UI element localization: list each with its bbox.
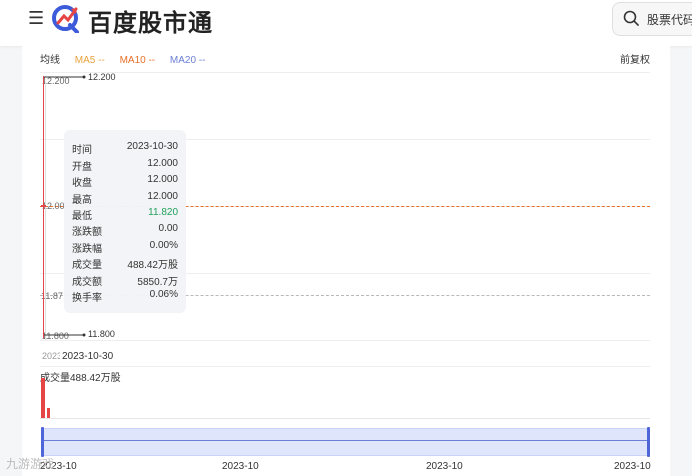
top-bar: ☰ 百度股市通 股票代码 [0, 0, 692, 46]
tooltip-value: 488.42万股 [127, 260, 178, 271]
cursor-date-label: 2023-10-30 [60, 351, 116, 362]
tooltip-label: 最低 [72, 211, 92, 222]
tooltip-label: 涨跌幅 [72, 244, 102, 255]
x-tick: 2023-10 [614, 461, 651, 472]
tooltip-row-high: 最高 12.000 [72, 191, 178, 206]
tooltip-label: 收盘 [72, 178, 92, 189]
crosshair-vertical-line [45, 82, 46, 340]
tooltip-row-change-pct: 涨跌幅 0.00% [72, 240, 178, 255]
candle-wick [43, 76, 44, 338]
tooltip-row-time: 时间 2023-10-30 [72, 141, 178, 156]
tooltip-value: 12.000 [147, 158, 178, 169]
volume-bar[interactable] [47, 408, 50, 418]
tooltip-value: 12.000 [147, 191, 178, 202]
high-mark-arrow [44, 75, 86, 79]
ma20-legend[interactable]: MA20 -- [170, 55, 206, 66]
search-placeholder: 股票代码 [647, 13, 692, 27]
tooltip-row-turnover-rate: 换手率 0.06% [72, 289, 178, 304]
app-title: 百度股市通 [88, 10, 213, 37]
tooltip-row-change: 涨跌额 0.00 [72, 223, 178, 238]
volume-label: 成交量488.42万股 [40, 373, 121, 384]
tooltip-value: 12.000 [147, 174, 178, 185]
ma10-legend[interactable]: MA10 -- [120, 55, 156, 66]
tooltip-value: 5850.7万 [137, 277, 178, 288]
grid-line [40, 340, 650, 341]
tooltip-row-close: 收盘 12.000 [72, 174, 178, 189]
baidu-stock-logo-icon[interactable] [50, 3, 80, 33]
search-input[interactable]: 股票代码 [612, 2, 692, 36]
menu-icon[interactable]: ☰ [28, 8, 44, 28]
x-tick: 2023-10 [426, 461, 463, 472]
low-mark-label: 11.800 [88, 329, 115, 339]
range-handle-left[interactable] [41, 427, 44, 457]
tooltip-value: 2023-10-30 [126, 141, 178, 152]
ma-legend: 均线 MA5 -- MA10 -- MA20 -- [40, 51, 217, 66]
tooltip-label: 最高 [72, 195, 92, 206]
tooltip-value: 0.06% [149, 289, 178, 300]
tooltip-value: 0.00% [149, 240, 178, 251]
tooltip-label: 涨跌额 [72, 227, 102, 238]
range-slider-line [42, 440, 648, 441]
volume-baseline [40, 418, 650, 419]
watermark: 九游游戏 [6, 457, 55, 471]
tooltip-row-open: 开盘 12.000 [72, 158, 178, 173]
tooltip-label: 换手率 [72, 293, 102, 304]
ma5-legend[interactable]: MA5 -- [75, 55, 105, 66]
range-slider[interactable] [42, 428, 648, 456]
grid-line [40, 72, 650, 73]
tooltip-row-volume: 成交量 488.42万股 [72, 256, 178, 271]
low-mark-arrow [44, 333, 86, 337]
tooltip-label: 开盘 [72, 162, 92, 173]
tooltip-label: 时间 [72, 145, 92, 156]
tooltip-row-turnover: 成交额 5850.7万 [72, 273, 178, 288]
range-handle-right[interactable] [647, 427, 650, 457]
kline-tooltip: 时间 2023-10-30 开盘 12.000 收盘 12.000 最高 12.… [64, 130, 186, 313]
tooltip-value: 0.00 [158, 223, 178, 234]
volume-bar[interactable] [41, 378, 45, 418]
grid-line [40, 366, 650, 367]
ma-label: 均线 [40, 55, 60, 66]
candle-body[interactable] [41, 205, 46, 207]
tooltip-label: 成交额 [72, 277, 102, 288]
high-mark-label: 12.200 [88, 72, 116, 82]
adjust-toggle[interactable]: 前复权 [620, 51, 650, 66]
search-icon [623, 10, 639, 26]
tooltip-label: 成交量 [72, 260, 102, 271]
tooltip-value: 11.820 [148, 207, 178, 218]
tooltip-row-low: 最低 11.820 [72, 207, 178, 222]
x-tick: 2023-10 [222, 461, 259, 472]
